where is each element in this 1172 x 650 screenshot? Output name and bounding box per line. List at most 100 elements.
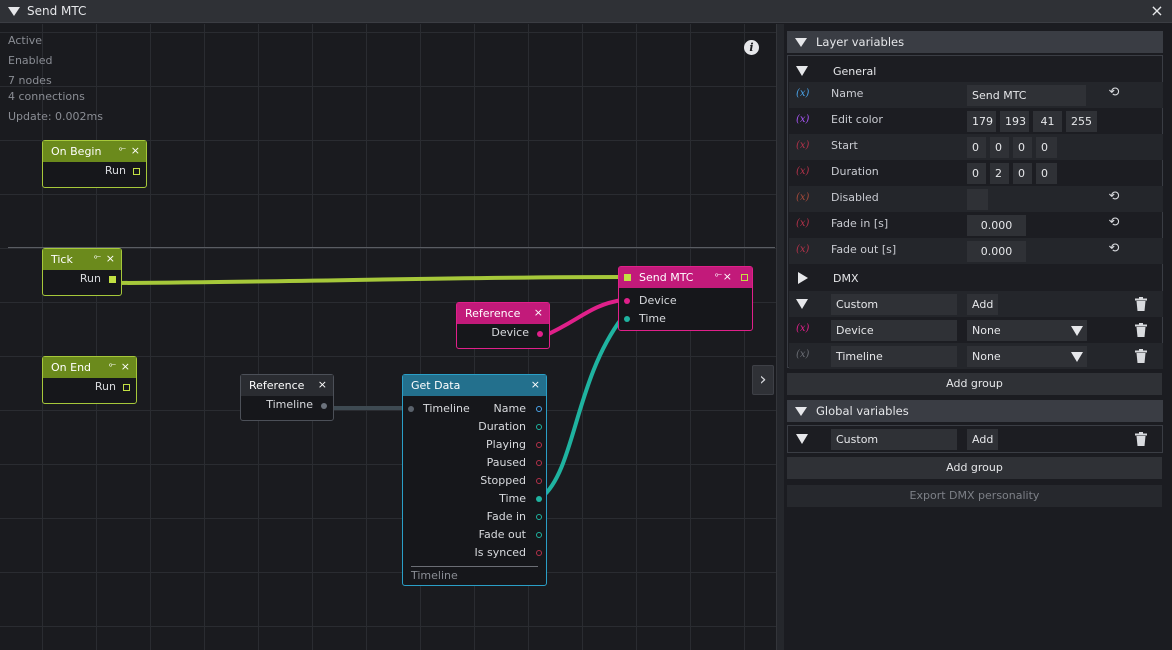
global-add-group-button[interactable]: Add group [787,457,1162,479]
group-dmx-header[interactable]: DMX [798,265,859,291]
custom-group-name-input[interactable]: Custom [831,294,957,315]
info-icon[interactable]: i [744,40,759,55]
start-h-input[interactable]: 0 [967,137,986,158]
variable-name-input[interactable]: Device [831,320,957,341]
pin-icon[interactable]: ⟜ [715,270,722,280]
time-in-pin[interactable] [624,316,630,322]
node-header[interactable]: Reference × [241,375,333,396]
color-a-input[interactable]: 255 [1066,111,1097,132]
close-icon[interactable]: × [121,360,130,373]
trash-icon[interactable] [1135,432,1147,446]
node-header[interactable]: Send MTC ⟜ × [619,267,752,288]
node-header[interactable]: On Begin ⟜ × [43,141,146,162]
color-g-input[interactable]: 193 [1000,111,1029,132]
name-input[interactable]: Send MTC [967,85,1086,106]
duration-m-input[interactable]: 2 [990,163,1009,184]
out-pin[interactable] [536,406,542,412]
var-row-fade-out: (x) Fade out [s] 0.000 ⟲ [789,238,1163,264]
variable-icon: (x) [796,244,810,255]
exec-in-pin[interactable] [624,274,631,281]
close-icon[interactable]: × [531,378,540,391]
reset-icon[interactable]: ⟲ [1107,216,1121,230]
node-reference-timeline[interactable]: Reference × Timeline [240,374,334,421]
collapse-triangle-icon[interactable] [796,434,808,444]
duration-f-input[interactable]: 0 [1036,163,1057,184]
color-b-input[interactable]: 41 [1033,111,1062,132]
out-pin[interactable] [536,424,542,430]
var-row-disabled: (x) Disabled ⟲ [789,186,1163,212]
exec-out-pin[interactable] [109,276,116,283]
node-on-begin[interactable]: On Begin ⟜ × Run [42,140,147,188]
timeline-out-pin[interactable] [321,403,327,409]
node-header[interactable]: Get Data × [403,375,546,396]
time-out-pin[interactable] [536,496,542,502]
node-header[interactable]: Tick ⟜ × [43,249,121,270]
var-label: Start [831,139,858,152]
pin-icon[interactable]: ⟜ [109,360,116,370]
close-icon[interactable]: × [106,252,115,265]
node-canvas[interactable] [0,24,776,650]
trash-icon[interactable] [1135,323,1147,337]
global-variables-header[interactable]: Global variables [787,400,1163,422]
device-in-pin[interactable] [624,298,630,304]
reset-icon[interactable]: ⟲ [1107,190,1121,204]
node-header[interactable]: Reference × [457,303,549,324]
collapse-triangle-icon[interactable] [796,299,808,309]
fade-in-input[interactable]: 0.000 [967,215,1026,236]
close-icon[interactable]: × [318,378,327,391]
device-select[interactable]: None [967,320,1087,341]
export-dmx-personality-button[interactable]: Export DMX personality [787,485,1162,507]
collapse-triangle-icon[interactable] [8,6,20,16]
close-icon[interactable]: × [131,144,140,157]
window-title: Send MTC [27,4,87,18]
start-f-input[interactable]: 0 [1036,137,1057,158]
timeline-select[interactable]: None [967,346,1087,367]
custom-group-name-input[interactable]: Custom [831,429,957,450]
layer-variables-header[interactable]: Layer variables [787,31,1163,53]
out-pin[interactable] [536,514,542,520]
exec-out-pin[interactable] [741,274,748,281]
close-icon[interactable]: × [1148,2,1166,20]
trash-icon[interactable] [1135,297,1147,311]
variable-name-input[interactable]: Timeline [831,346,957,367]
duration-h-input[interactable]: 0 [967,163,986,184]
device-out-pin[interactable] [537,331,543,337]
out-pin[interactable] [536,478,542,484]
add-variable-button[interactable]: Add [967,429,998,450]
out-pin[interactable] [536,532,542,538]
node-send-mtc[interactable]: Send MTC ⟜ × Device Time [618,266,753,331]
exec-out-pin[interactable] [133,168,140,175]
close-icon[interactable]: × [723,270,732,283]
exec-out-pin[interactable] [123,384,130,391]
group-general-header[interactable]: General [796,58,876,84]
add-group-button[interactable]: Add group [787,373,1162,395]
timeline-in-pin[interactable] [408,406,414,412]
trash-icon[interactable] [1135,349,1147,363]
fade-out-input[interactable]: 0.000 [967,241,1026,262]
node-header[interactable]: On End ⟜ × [43,357,136,378]
color-r-input[interactable]: 179 [967,111,996,132]
node-title: On End [51,361,92,374]
canvas-splitter[interactable] [776,24,784,650]
out-pin[interactable] [536,442,542,448]
expand-panel-button[interactable]: › [752,365,774,395]
add-variable-button[interactable]: Add [967,294,998,315]
close-icon[interactable]: × [534,306,543,319]
out-pin[interactable] [536,550,542,556]
reset-icon[interactable]: ⟲ [1107,86,1121,100]
out-pin[interactable] [536,460,542,466]
pin-label: Run [79,272,101,285]
start-m-input[interactable]: 0 [990,137,1009,158]
node-get-data[interactable]: Get Data × Timeline Name Duration Playin… [402,374,547,586]
disabled-checkbox[interactable] [967,189,988,210]
node-on-end[interactable]: On End ⟜ × Run [42,356,137,404]
global-variables-box: Custom Add [787,425,1163,453]
var-label: Name [831,87,864,100]
start-s-input[interactable]: 0 [1013,137,1032,158]
pin-icon[interactable]: ⟜ [94,252,101,262]
duration-s-input[interactable]: 0 [1013,163,1032,184]
node-reference-device[interactable]: Reference × Device [456,302,550,349]
pin-icon[interactable]: ⟜ [119,144,126,154]
node-tick[interactable]: Tick ⟜ × Run [42,248,122,296]
reset-icon[interactable]: ⟲ [1107,242,1121,256]
